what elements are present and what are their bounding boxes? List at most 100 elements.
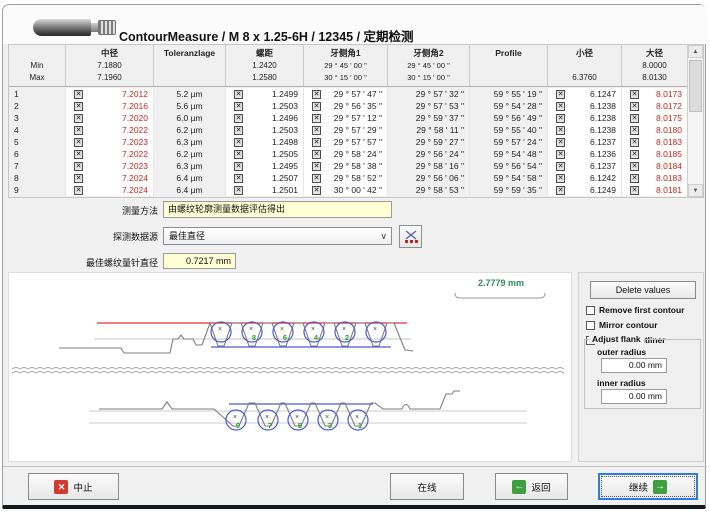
source-dropdown[interactable]: 最佳直径 ∨ xyxy=(163,227,392,245)
include-checkbox-icon[interactable]: ✕ xyxy=(312,150,321,159)
cell-luoju: ✕1.2498 xyxy=(225,136,303,148)
include-checkbox-icon[interactable]: ✕ xyxy=(556,90,565,99)
wire-number-label: 2 xyxy=(345,333,349,342)
table-row[interactable]: 2✕7.20165.6 µm✕1.2503✕29 ° 56 ' 35 "29 °… xyxy=(9,100,687,112)
chevron-down-icon[interactable]: ∨ xyxy=(380,228,387,244)
include-checkbox-icon[interactable]: ✕ xyxy=(312,138,321,147)
include-checkbox-icon[interactable]: ✕ xyxy=(630,90,639,99)
include-checkbox-icon[interactable]: ✕ xyxy=(234,114,243,123)
cell-tol: 6.4 µm xyxy=(153,184,225,196)
table-row[interactable]: 8✕7.20246.4 µm✕1.2507✕29 ° 58 ' 52 "29 °… xyxy=(9,172,687,184)
include-checkbox-icon[interactable]: ✕ xyxy=(234,186,243,195)
checkbox-icon[interactable] xyxy=(586,321,595,330)
include-checkbox-icon[interactable]: ✕ xyxy=(74,162,83,171)
cell-value: 29 ° 59 ' 37 " xyxy=(416,112,469,124)
wire-diameter-field[interactable]: 0.7217 mm xyxy=(163,253,236,269)
table-row[interactable]: 5✕7.20236.3 µm✕1.2498✕29 ° 57 ' 57 "29 °… xyxy=(9,136,687,148)
cell-value: 59 ° 54 ' 58 " xyxy=(494,172,547,184)
cell-value: 5 xyxy=(14,136,19,148)
include-checkbox-icon[interactable]: ✕ xyxy=(312,126,321,135)
inner-radius-field[interactable]: 0.00 mm xyxy=(601,389,667,404)
include-checkbox-icon[interactable]: ✕ xyxy=(630,150,639,159)
include-checkbox-icon[interactable]: ✕ xyxy=(74,114,83,123)
cell-value: 7.2023 xyxy=(122,136,153,148)
include-checkbox-icon[interactable]: ✕ xyxy=(556,150,565,159)
cell-value: 7.2022 xyxy=(122,124,153,136)
scroll-up-icon[interactable]: ▲ xyxy=(688,45,703,58)
checkbox-icon[interactable] xyxy=(586,306,595,315)
method-field[interactable]: 由螺纹轮廓测量数据评估得出 xyxy=(163,201,392,218)
include-checkbox-icon[interactable]: ✕ xyxy=(74,126,83,135)
include-checkbox-icon[interactable]: ✕ xyxy=(556,114,565,123)
include-checkbox-icon[interactable]: ✕ xyxy=(234,150,243,159)
outer-radius-field[interactable]: 0.00 mm xyxy=(601,358,667,373)
include-checkbox-icon[interactable]: ✕ xyxy=(74,102,83,111)
cell-value: 8 xyxy=(14,172,19,184)
include-checkbox-icon[interactable]: ✕ xyxy=(234,138,243,147)
header-toleranzlage: Toleranzlage xyxy=(153,45,225,86)
cell-value: 8.0183 xyxy=(656,172,687,184)
include-checkbox-icon[interactable]: ✕ xyxy=(630,174,639,183)
include-checkbox-icon[interactable]: ✕ xyxy=(556,186,565,195)
include-checkbox-icon[interactable]: ✕ xyxy=(556,102,565,111)
include-checkbox-icon[interactable]: ✕ xyxy=(312,186,321,195)
adjust-flank-group: Adjust flank outer radius 0.00 mm inner … xyxy=(584,339,701,409)
header-profile: Profile xyxy=(469,45,547,86)
plot-control-panel: Delete values Remove first contour Mirror… xyxy=(578,272,704,462)
include-checkbox-icon[interactable]: ✕ xyxy=(630,126,639,135)
table-row[interactable]: 4✕7.20226.2 µm✕1.2503✕29 ° 57 ' 29 "29 °… xyxy=(9,124,687,136)
include-checkbox-icon[interactable]: ✕ xyxy=(234,174,243,183)
include-checkbox-icon[interactable]: ✕ xyxy=(74,138,83,147)
include-checkbox-icon[interactable]: ✕ xyxy=(556,174,565,183)
cell-value: 7.2022 xyxy=(122,148,153,160)
cell-value: 29 ° 57 ' 29 " xyxy=(334,124,387,136)
include-checkbox-icon[interactable]: ✕ xyxy=(312,90,321,99)
scrollbar-thumb[interactable] xyxy=(689,60,702,112)
include-checkbox-icon[interactable]: ✕ xyxy=(74,90,83,99)
table-row[interactable]: 9✕7.20246.4 µm✕1.2501✕30 ° 00 ' 42 "29 °… xyxy=(9,184,687,196)
include-checkbox-icon[interactable]: ✕ xyxy=(630,114,639,123)
table-row[interactable]: 6✕7.20226.2 µm✕1.2505✕29 ° 58 ' 24 "29 °… xyxy=(9,148,687,160)
table-scrollbar[interactable]: ▲ ▼ xyxy=(687,45,703,197)
include-checkbox-icon[interactable]: ✕ xyxy=(234,126,243,135)
include-checkbox-icon[interactable]: ✕ xyxy=(312,174,321,183)
include-checkbox-icon[interactable]: ✕ xyxy=(234,162,243,171)
back-button-label: 返回 xyxy=(531,480,550,494)
header-flank-angle-1: 牙侧角1 29 ° 45 ' 00 " 30 ° 15 ' 00 " xyxy=(303,45,387,86)
checkbox-label: Remove first contour xyxy=(599,305,685,315)
include-checkbox-icon[interactable]: ✕ xyxy=(556,126,565,135)
include-checkbox-icon[interactable]: ✕ xyxy=(74,186,83,195)
cell-xiaojing: ✕6.1238 xyxy=(547,112,621,124)
include-checkbox-icon[interactable]: ✕ xyxy=(630,186,639,195)
next-button[interactable]: 继续 → xyxy=(598,473,698,500)
abort-button[interactable]: ✕ 中止 xyxy=(28,473,119,500)
cell-zhongjing: ✕7.2020 xyxy=(65,112,153,124)
include-checkbox-icon[interactable]: ✕ xyxy=(556,138,565,147)
include-checkbox-icon[interactable]: ✕ xyxy=(630,138,639,147)
option-remove-first-contour[interactable]: Remove first contour xyxy=(586,305,685,315)
option-mirror-contour[interactable]: Mirror contour xyxy=(586,320,658,330)
include-checkbox-icon[interactable]: ✕ xyxy=(312,162,321,171)
include-checkbox-icon[interactable]: ✕ xyxy=(74,150,83,159)
delete-values-button[interactable]: Delete values xyxy=(590,281,696,299)
probe-points-button[interactable] xyxy=(399,225,422,248)
include-checkbox-icon[interactable]: ✕ xyxy=(74,174,83,183)
table-row[interactable]: 7✕7.20236.3 µm✕1.2495✕29 ° 58 ' 38 "29 °… xyxy=(9,160,687,172)
cell-xiaojing: ✕6.1249 xyxy=(547,184,621,196)
include-checkbox-icon[interactable]: ✕ xyxy=(234,90,243,99)
include-checkbox-icon[interactable]: ✕ xyxy=(556,162,565,171)
wire-center-mark: × xyxy=(249,326,253,333)
include-checkbox-icon[interactable]: ✕ xyxy=(234,102,243,111)
include-checkbox-icon[interactable]: ✕ xyxy=(312,114,321,123)
cell-luoju: ✕1.2507 xyxy=(225,172,303,184)
scroll-down-icon[interactable]: ▼ xyxy=(688,184,703,197)
table-row[interactable]: 1✕7.20125.2 µm✕1.2499✕29 ° 57 ' 47 "29 °… xyxy=(9,88,687,100)
include-checkbox-icon[interactable]: ✕ xyxy=(630,162,639,171)
wire-center-mark: × xyxy=(280,326,284,333)
online-button[interactable]: 在线 xyxy=(390,473,464,500)
cell-zhongjing: ✕ 7.2023 xyxy=(65,136,153,148)
include-checkbox-icon[interactable]: ✕ xyxy=(630,102,639,111)
include-checkbox-icon[interactable]: ✕ xyxy=(312,102,321,111)
table-row[interactable]: 3✕7.20206.0 µm✕1.2496✕29 ° 57 ' 12 "29 °… xyxy=(9,112,687,124)
back-button[interactable]: ← 返回 xyxy=(495,473,568,500)
